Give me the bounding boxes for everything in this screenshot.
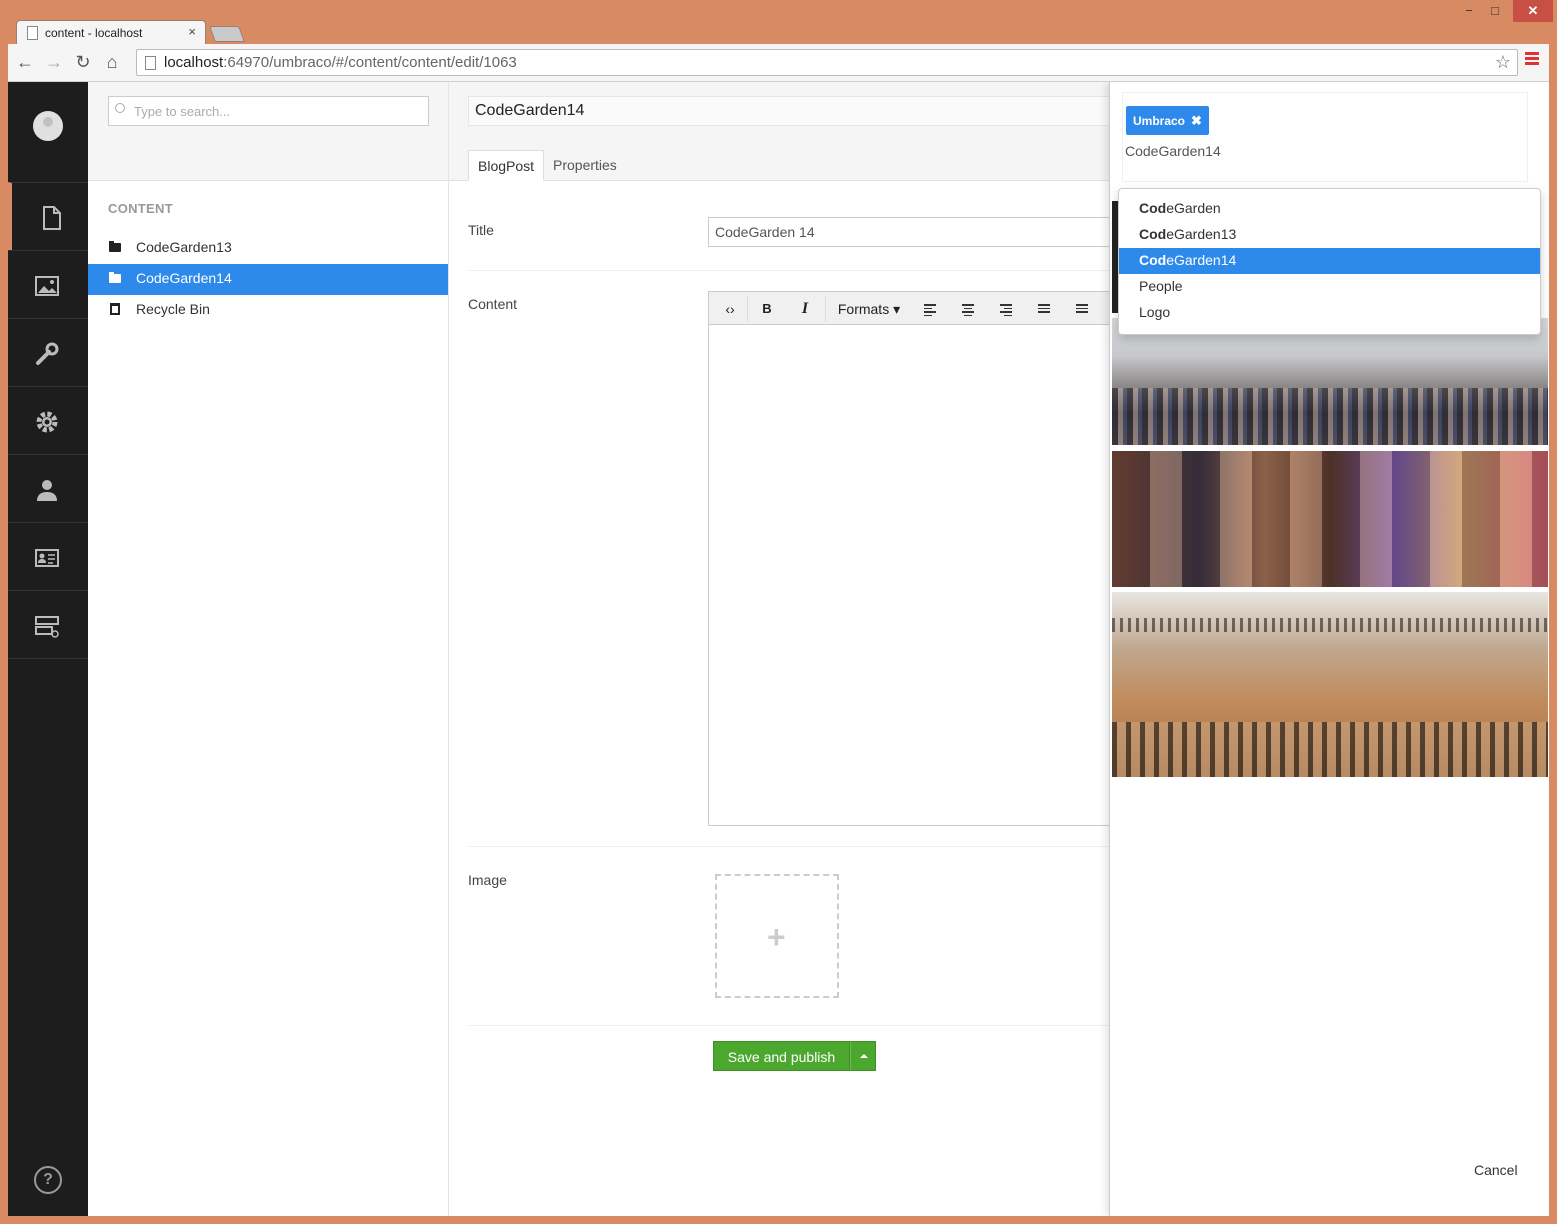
browser-menu-icon[interactable]	[1525, 52, 1539, 67]
user-avatar-icon[interactable]	[33, 111, 63, 141]
cancel-button[interactable]: Cancel	[1474, 1162, 1518, 1178]
bold-button[interactable]: B	[757, 297, 777, 321]
section-developer[interactable]	[8, 318, 88, 386]
tree-header: Type to search...	[88, 82, 448, 181]
bookmark-star-icon[interactable]: ☆	[1495, 52, 1511, 73]
tree-node-codegarden13[interactable]: CodeGarden13	[88, 233, 448, 264]
back-arrow-icon[interactable]: ←	[14, 51, 36, 73]
suggestion-item[interactable]: CodeGarden	[1119, 196, 1540, 222]
rich-text-editor[interactable]: ‹› B I Formats ▾	[708, 291, 1119, 826]
tag-input[interactable]: Umbraco ✖ CodeGarden14	[1122, 92, 1528, 182]
section-settings[interactable]	[8, 386, 88, 454]
tag-umbraco: Umbraco ✖	[1126, 106, 1209, 135]
section-members[interactable]	[8, 522, 88, 590]
section-nav: ?	[8, 82, 88, 1216]
address-bar[interactable]: localhost:64970/umbraco/#/content/conten…	[136, 49, 1518, 76]
tree-section-label: CONTENT	[108, 201, 173, 216]
section-forms[interactable]	[8, 590, 88, 659]
suggestion-item[interactable]: CodeGarden13	[1119, 222, 1540, 248]
help-icon[interactable]: ?	[34, 1166, 62, 1194]
rte-toolbar: ‹› B I Formats ▾	[709, 292, 1119, 325]
content-editor: CodeGarden14 BlogPost Properties Title C…	[449, 82, 1128, 1216]
id-card-icon	[35, 549, 59, 567]
umbraco-app: ? Type to search... CONTENT CodeGarden13…	[8, 82, 1549, 1216]
trash-icon	[110, 303, 120, 315]
toolbar-separator	[747, 296, 748, 322]
wrench-icon	[36, 342, 59, 365]
tab-title: content - localhost	[45, 26, 143, 40]
image-label: Image	[468, 872, 507, 888]
tag-typed-text: CodeGarden14	[1125, 143, 1221, 159]
content-tree-panel: Type to search... CONTENT CodeGarden13 C…	[88, 82, 449, 1216]
bullet-list-icon[interactable]	[1038, 304, 1050, 315]
maximize-button[interactable]: □	[1482, 0, 1508, 22]
media-thumbnail-crowd[interactable]	[1112, 318, 1548, 445]
forward-arrow-icon[interactable]: →	[43, 51, 65, 73]
tree-node-label: Recycle Bin	[136, 301, 210, 317]
editor-header: CodeGarden14 BlogPost Properties	[449, 82, 1128, 181]
align-center-icon[interactable]	[962, 304, 974, 318]
divider	[468, 270, 1118, 271]
tree-node-recycle-bin[interactable]: Recycle Bin	[88, 295, 448, 326]
tree-search-input[interactable]: Type to search...	[108, 96, 429, 126]
tree-node-label: CodeGarden13	[136, 239, 232, 255]
tag-remove-icon[interactable]: ✖	[1191, 113, 1202, 128]
formats-dropdown[interactable]: Formats ▾	[833, 297, 905, 321]
document-icon	[43, 206, 61, 230]
suggestion-item[interactable]: Logo	[1119, 300, 1540, 326]
tree-node-codegarden14[interactable]: CodeGarden14	[88, 264, 448, 295]
tab-properties[interactable]: Properties	[544, 150, 626, 181]
media-picker-dialog: Umbraco ✖ CodeGarden14 CodeGarden CodeGar…	[1109, 82, 1549, 1216]
numbered-list-icon[interactable]	[1076, 304, 1088, 315]
divider	[468, 1025, 1118, 1026]
search-placeholder: Type to search...	[134, 104, 231, 119]
browser-tabstrip: content - localhost × − □ ✕	[0, 0, 1557, 46]
page-icon	[27, 26, 38, 40]
browser-toolbar: ← → ↻ ⌂ localhost:64970/umbraco/#/conten…	[8, 44, 1549, 82]
section-content[interactable]	[8, 182, 88, 250]
italic-button[interactable]: I	[795, 297, 815, 321]
search-icon	[115, 103, 125, 113]
align-right-icon[interactable]	[1000, 304, 1012, 318]
title-label: Title	[468, 222, 494, 238]
divider	[468, 846, 1118, 847]
section-media[interactable]	[8, 250, 88, 318]
browser-tab[interactable]: content - localhost ×	[16, 20, 206, 46]
media-thumbnail-hall[interactable]	[1112, 592, 1548, 777]
tab-close-icon[interactable]: ×	[188, 24, 196, 39]
tree-node-label: CodeGarden14	[136, 270, 232, 286]
suggestion-item-selected[interactable]: CodeGarden14	[1119, 248, 1540, 274]
source-code-button[interactable]: ‹›	[719, 297, 741, 321]
section-users[interactable]	[8, 454, 88, 522]
reload-icon[interactable]: ↻	[72, 51, 94, 73]
content-label: Content	[468, 296, 518, 312]
folder-icon	[109, 272, 121, 283]
save-and-publish-button[interactable]: Save and publish	[713, 1041, 850, 1071]
forms-icon	[35, 616, 59, 638]
url-text: localhost:64970/umbraco/#/content/conten…	[164, 54, 517, 71]
home-icon[interactable]: ⌂	[101, 51, 123, 73]
tag-suggestions-dropdown: CodeGarden CodeGarden13 CodeGarden14 Peo…	[1118, 188, 1541, 335]
publish-options-caret-icon[interactable]	[850, 1041, 876, 1071]
image-icon	[35, 276, 59, 296]
suggestion-item[interactable]: People	[1119, 274, 1540, 300]
toolbar-separator	[825, 296, 826, 322]
tab-blogpost[interactable]: BlogPost	[468, 150, 545, 181]
folder-icon	[109, 241, 121, 252]
media-thumbnail-audience[interactable]	[1112, 451, 1548, 587]
node-name-input[interactable]: CodeGarden14	[468, 96, 1128, 126]
page-icon	[145, 56, 156, 70]
minimize-button[interactable]: −	[1456, 0, 1482, 22]
new-tab-button[interactable]	[209, 26, 245, 42]
plus-icon: +	[767, 919, 786, 955]
close-window-button[interactable]: ✕	[1513, 0, 1553, 22]
align-left-icon[interactable]	[924, 304, 936, 318]
user-icon	[37, 480, 57, 501]
gear-icon	[36, 411, 58, 433]
title-input[interactable]: CodeGarden 14	[708, 217, 1118, 247]
image-picker-add[interactable]: +	[715, 874, 839, 998]
